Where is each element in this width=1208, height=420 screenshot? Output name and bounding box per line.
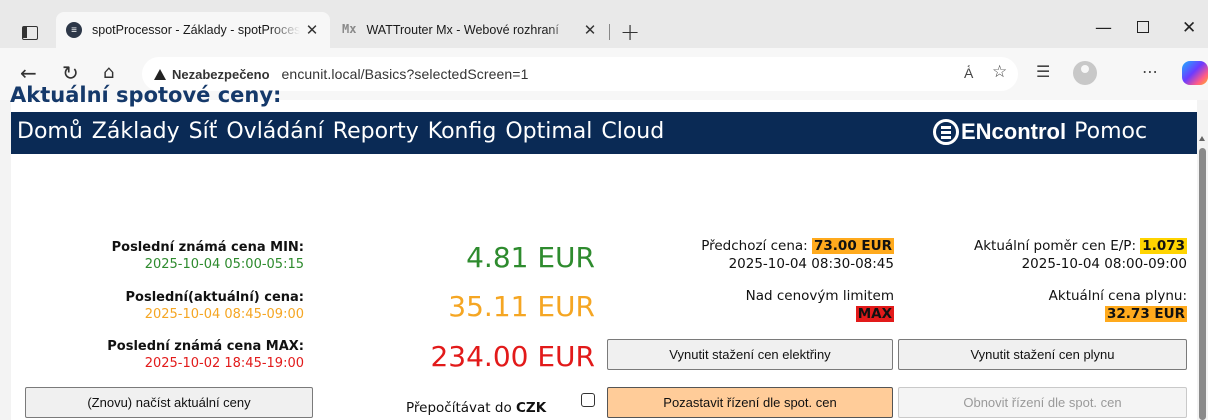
back-icon[interactable]: ← <box>20 61 37 85</box>
force-electricity-download-button[interactable]: Vynutit stažení cen elektřiny <box>607 339 893 370</box>
max-price-value: 234.00 EUR <box>430 340 595 373</box>
nav-item-network[interactable]: Síť <box>189 116 218 148</box>
nav-item-basics[interactable]: Základy <box>92 116 180 148</box>
favorite-icon[interactable]: ☆ <box>992 62 1007 82</box>
limit-info: Nad cenovým limitem MAX <box>746 287 894 323</box>
url-text: encunit.local/Basics?selectedScreen=1 <box>281 66 529 82</box>
favorites-icon[interactable]: ☰ <box>1036 62 1050 81</box>
tab-title: WATTrouter Mx - Webové rozhraní <box>366 23 559 37</box>
current-price-label: Poslední(aktuální) cena: <box>125 290 304 305</box>
new-tab-icon[interactable]: + <box>620 18 640 46</box>
more-icon[interactable]: ⋯ <box>1142 62 1158 81</box>
scroll-up-arrow-icon[interactable] <box>1199 136 1205 141</box>
nav-item-home[interactable]: Domů <box>17 116 83 148</box>
warning-icon <box>154 68 166 80</box>
min-price-time: 2025-10-04 05:00-05:15 <box>144 257 304 272</box>
page-title: Aktuální spotové ceny: <box>10 83 282 107</box>
maximize-icon[interactable] <box>1137 21 1149 33</box>
min-price-info: Poslední známá cena MIN: 2025-10-04 05:0… <box>4 239 304 273</box>
reload-icon[interactable]: ↻ <box>62 61 79 85</box>
min-price-value: 4.81 EUR <box>466 241 595 274</box>
brand[interactable]: ENcontrol Pomoc <box>933 116 1147 148</box>
main-navbar: Domů Základy Síť Ovládání Reporty Konfig… <box>11 112 1197 154</box>
current-price-info: Poslední(aktuální) cena: 2025-10-04 08:4… <box>4 289 304 323</box>
ratio-info: Aktuální poměr cen E/P: 1.073 2025-10-04… <box>974 237 1187 273</box>
previous-price-info: Předchozí cena: 73.00 EUR 2025-10-04 08:… <box>701 237 894 273</box>
nav-menu: Domů Základy Síť Ovládání Reporty Konfig… <box>17 116 664 148</box>
copilot-icon[interactable] <box>1182 61 1208 85</box>
tab-spotprocessor[interactable]: ≡ spotProcessor - Základy - spotProcesso… <box>56 12 330 48</box>
nav-item-config[interactable]: Konfig <box>428 116 497 148</box>
previous-price-value: 73.00 EUR <box>812 238 894 254</box>
ratio-time: 2025-10-04 08:00-09:00 <box>1021 256 1187 272</box>
tab-wattrouter[interactable]: Mx WATTrouter Mx - Webové rozhraní ✕ <box>332 12 608 48</box>
force-gas-download-button[interactable]: Vynutit stažení cen plynu <box>898 339 1187 370</box>
nav-item-control[interactable]: Ovládání <box>226 116 323 148</box>
read-aloud-icon[interactable]: A᷾ <box>964 65 973 82</box>
close-tab-icon[interactable]: ✕ <box>300 21 324 39</box>
scrollbar-thumb[interactable] <box>1199 148 1206 420</box>
nav-item-help[interactable]: Pomoc <box>1074 116 1147 148</box>
brand-name: ENcontrol <box>961 119 1067 144</box>
encontrol-logo-icon <box>933 119 959 145</box>
ratio-value: 1.073 <box>1140 238 1187 254</box>
tab-title: spotProcessor - Základy - spotProcessor <box>92 23 300 37</box>
home-icon[interactable]: ⌂ <box>103 62 114 83</box>
current-price-time: 2025-10-04 08:45-09:00 <box>144 307 304 322</box>
ratio-label: Aktuální poměr cen E/P: <box>974 238 1136 254</box>
close-window-icon[interactable]: ✕ <box>1182 18 1196 38</box>
browser-tab-bar: ≡ spotProcessor - Základy - spotProcesso… <box>0 0 1208 48</box>
reload-prices-button[interactable]: (Znovu) načíst aktuální ceny <box>25 387 313 418</box>
pause-spot-control-button[interactable]: Pozastavit řízení dle spot. cen <box>607 387 893 418</box>
gas-info: Aktuální cena plynu: 32.73 EUR <box>1049 287 1187 323</box>
max-price-info: Poslední známá cena MAX: 2025-10-02 18:4… <box>4 338 304 372</box>
nav-item-optimal[interactable]: Optimal <box>505 116 592 148</box>
max-price-label: Poslední známá cena MAX: <box>107 339 304 354</box>
encontrol-favicon-icon: ≡ <box>66 22 82 38</box>
min-price-label: Poslední známá cena MIN: <box>111 240 304 255</box>
minimize-icon[interactable]: — <box>1095 18 1112 38</box>
mx-favicon-icon: Mx <box>342 22 357 36</box>
nav-item-reports[interactable]: Reporty <box>333 116 419 148</box>
profile-icon[interactable] <box>1073 61 1097 85</box>
limit-label: Nad cenovým limitem <box>745 288 894 304</box>
recalc-currency: CZK <box>516 400 547 416</box>
recalc-czk-checkbox[interactable] <box>581 393 595 407</box>
previous-price-label: Předchozí cena: <box>701 238 808 254</box>
resume-spot-control-button: Obnovit řízení dle spot. cen <box>898 387 1187 418</box>
nav-item-cloud[interactable]: Cloud <box>601 116 664 148</box>
sidebar-toggle-icon[interactable] <box>22 26 38 40</box>
gas-value: 32.73 EUR <box>1105 306 1187 322</box>
current-price-value: 35.11 EUR <box>448 290 595 323</box>
gas-label: Aktuální cena plynu: <box>1048 288 1187 304</box>
previous-price-time: 2025-10-04 08:30-08:45 <box>728 256 894 272</box>
close-tab-icon[interactable]: ✕ <box>578 21 602 39</box>
limit-badge: MAX <box>855 306 894 322</box>
security-label: Nezabezpečeno <box>172 66 270 82</box>
recalc-czk-label: Přepočítávat do CZK <box>406 400 546 416</box>
recalc-label: Přepočítávat do <box>406 400 512 416</box>
tab-separator <box>609 24 610 40</box>
max-price-time: 2025-10-02 18:45-19:00 <box>144 356 304 371</box>
